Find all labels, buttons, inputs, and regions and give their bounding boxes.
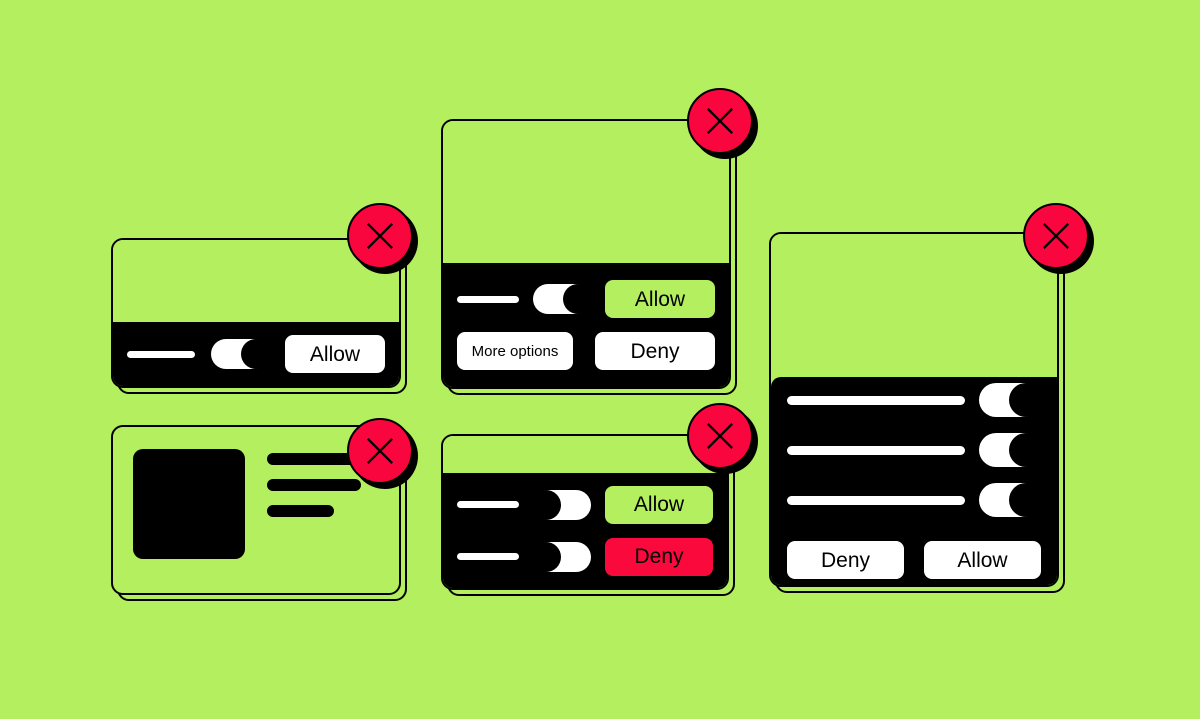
action-panel: Deny Allow (771, 377, 1057, 585)
action-panel: Allow (113, 322, 399, 386)
action-panel: Allow Deny (443, 473, 727, 588)
toggle-knob (1009, 383, 1043, 417)
card-content-area (771, 234, 1057, 377)
permission-dialog-more-options: Allow More options Deny (441, 119, 737, 395)
close-badge[interactable] (687, 403, 753, 469)
card-content-area (443, 121, 729, 263)
label-placeholder-bar (457, 295, 519, 303)
permission-row (787, 433, 1043, 467)
image-placeholder (133, 449, 245, 559)
deny-button[interactable]: Deny (595, 332, 715, 370)
permission-row (787, 483, 1043, 517)
toggle-knob (563, 284, 593, 314)
deny-button[interactable]: Deny (787, 541, 904, 579)
card-content-area (443, 436, 727, 473)
permission-row (787, 383, 1043, 417)
card-body: Allow Deny (441, 434, 729, 590)
text-placeholder-bar (267, 505, 335, 517)
toggle-switch-icon[interactable] (211, 339, 271, 369)
close-badge[interactable] (1023, 203, 1089, 269)
permission-row: Deny (457, 537, 713, 576)
toggle-switch-icon[interactable] (531, 489, 591, 520)
label-placeholder-bar (127, 350, 195, 358)
card-body: Allow More options Deny (441, 119, 731, 389)
close-x-icon (706, 422, 734, 450)
toggle-knob (241, 339, 271, 369)
close-x-icon (706, 107, 734, 135)
close-x-icon (366, 437, 394, 465)
text-placeholder-bar (267, 479, 362, 491)
allow-button[interactable]: Allow (605, 280, 715, 318)
toggle-knob (531, 489, 561, 520)
deny-button[interactable]: Deny (605, 537, 713, 576)
action-panel: Allow More options Deny (443, 263, 729, 387)
allow-button[interactable]: Allow (285, 335, 385, 373)
label-placeholder-bar (457, 553, 519, 560)
close-badge[interactable] (347, 203, 413, 269)
button-row: More options Deny (457, 332, 715, 370)
toggle-knob (531, 541, 561, 572)
close-x-icon (366, 222, 394, 250)
permission-dialog-list: Deny Allow (769, 232, 1065, 593)
permission-row: Allow (457, 280, 715, 318)
label-placeholder-bar (457, 501, 519, 508)
toggle-switch-icon[interactable] (531, 541, 591, 572)
button-row: Deny Allow (787, 541, 1041, 579)
illustration-canvas: Allow Allow More options Deny Allow Deny… (0, 0, 1200, 719)
close-badge[interactable] (687, 88, 753, 154)
label-placeholder-bar (787, 445, 965, 455)
card-body: Deny Allow (769, 232, 1059, 587)
allow-button[interactable]: Allow (605, 485, 713, 524)
toggle-knob (1009, 433, 1043, 467)
toggle-switch-icon[interactable] (533, 284, 593, 314)
label-placeholder-bar (787, 395, 965, 405)
permission-dialog-dual: Allow Deny (441, 434, 735, 596)
permission-row: Allow (457, 485, 713, 524)
close-x-icon (1042, 222, 1070, 250)
close-badge[interactable] (347, 418, 413, 484)
toggle-knob (1009, 483, 1043, 517)
allow-button[interactable]: Allow (924, 541, 1041, 579)
toggle-switch-icon[interactable] (979, 383, 1043, 417)
toggle-switch-icon[interactable] (979, 483, 1043, 517)
toggle-switch-icon[interactable] (979, 433, 1043, 467)
more-options-button[interactable]: More options (457, 332, 573, 370)
label-placeholder-bar (787, 495, 965, 505)
